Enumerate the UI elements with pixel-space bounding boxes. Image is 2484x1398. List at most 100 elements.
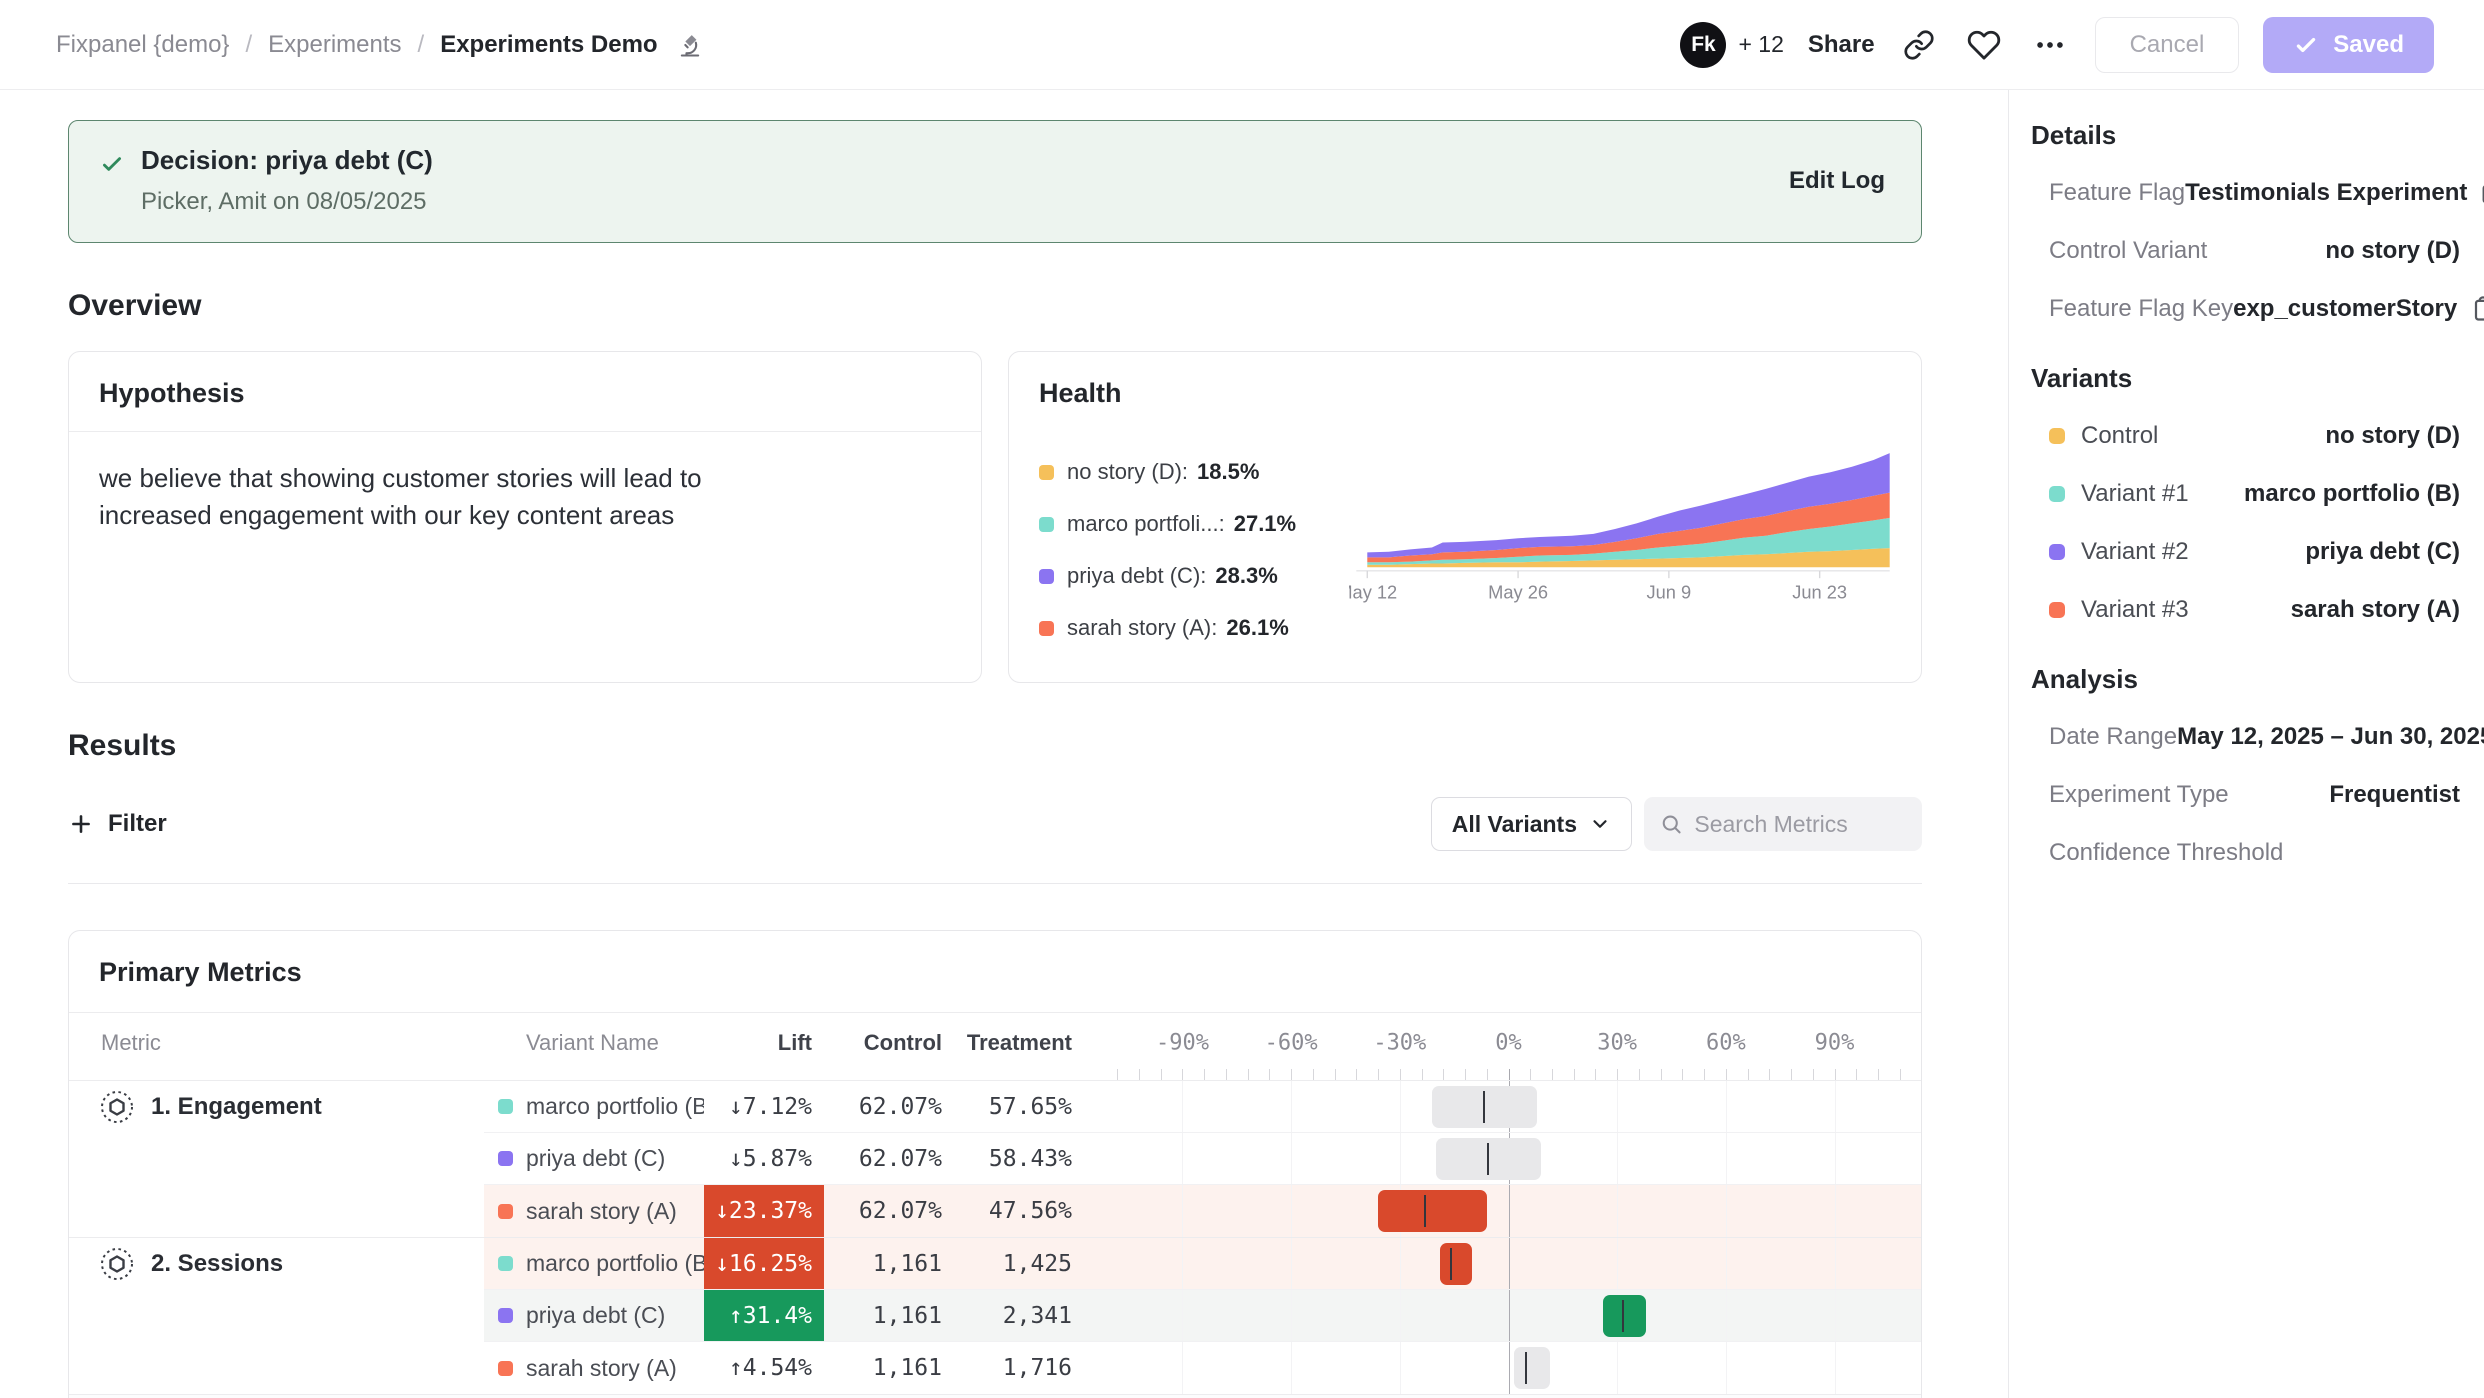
- sidebar-row-value: exp_customerStory: [2233, 295, 2457, 323]
- legend-item-priya-debt-c[interactable]: priya debt (C): 28.3%: [1039, 563, 1349, 589]
- sidebar-row-control-variant: Control Variantno story (D): [2031, 237, 2460, 265]
- search-metrics-input[interactable]: [1694, 811, 1906, 838]
- lift-value: ↓23.37%: [704, 1185, 824, 1237]
- health-axis-label: Jun 9: [1647, 581, 1692, 602]
- ci-gridline: [1291, 1081, 1292, 1132]
- cancel-button[interactable]: Cancel: [2095, 17, 2240, 73]
- ellipsis-icon: [2033, 28, 2067, 62]
- metric-group-1-engagement: 1. Engagement marco portfolio (B) ↓7.12%…: [69, 1081, 1921, 1238]
- health-title: Health: [1009, 352, 1921, 431]
- table-row-2-sessions-priya-debt-c[interactable]: priya debt (C) ↑31.4% 1,161 2,341: [484, 1290, 1921, 1342]
- treatment-value: 1,716: [954, 1355, 1084, 1381]
- favorite-button[interactable]: [1963, 24, 2005, 66]
- ci-tick: [1704, 1069, 1705, 1080]
- confidence-interval-bar[interactable]: [1378, 1190, 1487, 1232]
- add-metric-button[interactable]: Add: [69, 1394, 1921, 1398]
- table-header: Metric Variant Name Lift Control Treatme…: [69, 1013, 1921, 1065]
- breadcrumb-project[interactable]: Fixpanel {demo}: [56, 31, 229, 59]
- ci-axis-label: -60%: [1265, 1031, 1318, 1056]
- more-options-button[interactable]: [2029, 24, 2071, 66]
- ci-gridline: [1835, 1133, 1836, 1184]
- ci-gridline: [1509, 1185, 1510, 1237]
- sidebar-row-variant-2: Variant #2priya debt (C): [2031, 538, 2460, 566]
- legend-item-sarah-story-a[interactable]: sarah story (A): 26.1%: [1039, 615, 1349, 641]
- ci-tick: [1117, 1069, 1118, 1080]
- ci-tick: [1182, 1069, 1183, 1080]
- control-value: 62.07%: [824, 1198, 954, 1224]
- legend-item-no-story-d[interactable]: no story (D): 18.5%: [1039, 459, 1349, 485]
- saved-button-label: Saved: [2333, 31, 2404, 59]
- metric-group-2-sessions: 2. Sessions marco portfolio (B) ↓16.25% …: [69, 1238, 1921, 1394]
- variant-cell: priya debt (C): [484, 1145, 704, 1172]
- metric-cell[interactable]: 2. Sessions: [69, 1238, 484, 1290]
- variants-dropdown[interactable]: All Variants: [1431, 797, 1632, 851]
- ci-tick: [1204, 1069, 1205, 1080]
- ci-gridline: [1182, 1290, 1183, 1341]
- treatment-value: 2,341: [954, 1303, 1084, 1329]
- ci-axis-label: -90%: [1156, 1031, 1209, 1056]
- confidence-interval-bar[interactable]: [1440, 1243, 1473, 1285]
- variant-color-chip: [498, 1361, 513, 1376]
- hypothesis-body[interactable]: we believe that showing customer stories…: [69, 432, 849, 562]
- avatar[interactable]: Fk: [1680, 22, 1726, 68]
- ci-tick: [1617, 1069, 1618, 1080]
- external-link-button[interactable]: [2479, 179, 2484, 207]
- sidebar-row-experiment-type: Experiment TypeFrequentist: [2031, 781, 2460, 809]
- ci-axis-label: 0%: [1495, 1031, 1522, 1056]
- confidence-interval-bar[interactable]: [1603, 1295, 1646, 1337]
- saved-button[interactable]: Saved: [2263, 17, 2434, 73]
- variant-cell: sarah story (A): [484, 1355, 704, 1382]
- ci-gridline: [1400, 1290, 1401, 1341]
- ci-tick: [1335, 1069, 1336, 1080]
- confidence-interval-cell: [1110, 1342, 1907, 1394]
- breadcrumb-experiments[interactable]: Experiments: [268, 31, 401, 59]
- legend-item-marco-portfoli[interactable]: marco portfoli...: 27.1%: [1039, 511, 1349, 537]
- ci-tick: [1509, 1069, 1510, 1080]
- breadcrumb-separator: /: [418, 31, 425, 59]
- variant-color-chip: [2049, 428, 2065, 444]
- ci-axis-label: 30%: [1597, 1031, 1637, 1056]
- confidence-interval-bar[interactable]: [1432, 1086, 1537, 1128]
- table-row-1-engagement-priya-debt-c[interactable]: priya debt (C) ↓5.87% 62.07% 58.43%: [484, 1133, 1921, 1185]
- table-row-2-sessions-marco-portfolio-b[interactable]: marco portfolio (B) ↓16.25% 1,161 1,425: [484, 1238, 1921, 1290]
- results-heading: Results: [68, 729, 1922, 763]
- ci-gridline: [1291, 1290, 1292, 1341]
- clipboard-button[interactable]: [2469, 295, 2484, 323]
- control-value: 1,161: [824, 1303, 954, 1329]
- variant-name: marco portfolio (B): [526, 1093, 704, 1120]
- share-button[interactable]: Share: [1808, 31, 1875, 59]
- legend-value: 27.1%: [1234, 511, 1296, 537]
- copy-link-button[interactable]: [1899, 25, 1939, 65]
- ci-tick: [1487, 1069, 1488, 1080]
- add-filter-button[interactable]: Filter: [68, 810, 167, 838]
- variant-name: priya debt (C): [526, 1145, 665, 1172]
- breadcrumb-current[interactable]: Experiments Demo: [440, 31, 657, 59]
- details-heading: Details: [2031, 120, 2460, 151]
- health-chart-svg: May 12May 26Jun 9Jun 23: [1349, 443, 1897, 607]
- metric-target-icon: [99, 1246, 135, 1282]
- ci-gridline: [1182, 1185, 1183, 1237]
- analysis-section: Analysis Date RangeMay 12, 2025 – Jun 30…: [2031, 664, 2460, 867]
- edit-log-button[interactable]: Edit Log: [1789, 167, 1885, 195]
- variant-name: priya debt (C): [526, 1302, 665, 1329]
- hypothesis-card: Hypothesis we believe that showing custo…: [68, 351, 982, 683]
- table-row-2-sessions-sarah-story-a[interactable]: sarah story (A) ↑4.54% 1,161 1,716: [484, 1342, 1921, 1394]
- legend-label: priya debt (C):: [1067, 563, 1206, 589]
- metric-cell[interactable]: 1. Engagement: [69, 1081, 484, 1133]
- table-row-1-engagement-sarah-story-a[interactable]: sarah story (A) ↓23.37% 62.07% 47.56%: [484, 1185, 1921, 1237]
- ci-gridline: [1617, 1133, 1618, 1184]
- avatar-overflow-count[interactable]: + 12: [1738, 31, 1783, 58]
- control-value: 1,161: [824, 1355, 954, 1381]
- variant-color-chip: [498, 1308, 513, 1323]
- primary-metrics-card: Primary Metrics Metric Variant Name Lift…: [68, 930, 1922, 1398]
- health-axis-label: May 26: [1488, 581, 1548, 602]
- decision-meta: Picker, Amit on 08/05/2025: [141, 188, 433, 216]
- ci-gridline: [1835, 1185, 1836, 1237]
- control-value: 1,161: [824, 1251, 954, 1277]
- confidence-interval-bar[interactable]: [1514, 1347, 1550, 1389]
- sidebar-row-value: priya debt (C): [2305, 538, 2460, 566]
- metric-target-icon: [99, 1089, 135, 1125]
- ci-tick: [1248, 1069, 1249, 1080]
- table-row-1-engagement-marco-portfolio-b[interactable]: marco portfolio (B) ↓7.12% 62.07% 57.65%: [484, 1081, 1921, 1133]
- variant-cell: marco portfolio (B): [484, 1250, 704, 1277]
